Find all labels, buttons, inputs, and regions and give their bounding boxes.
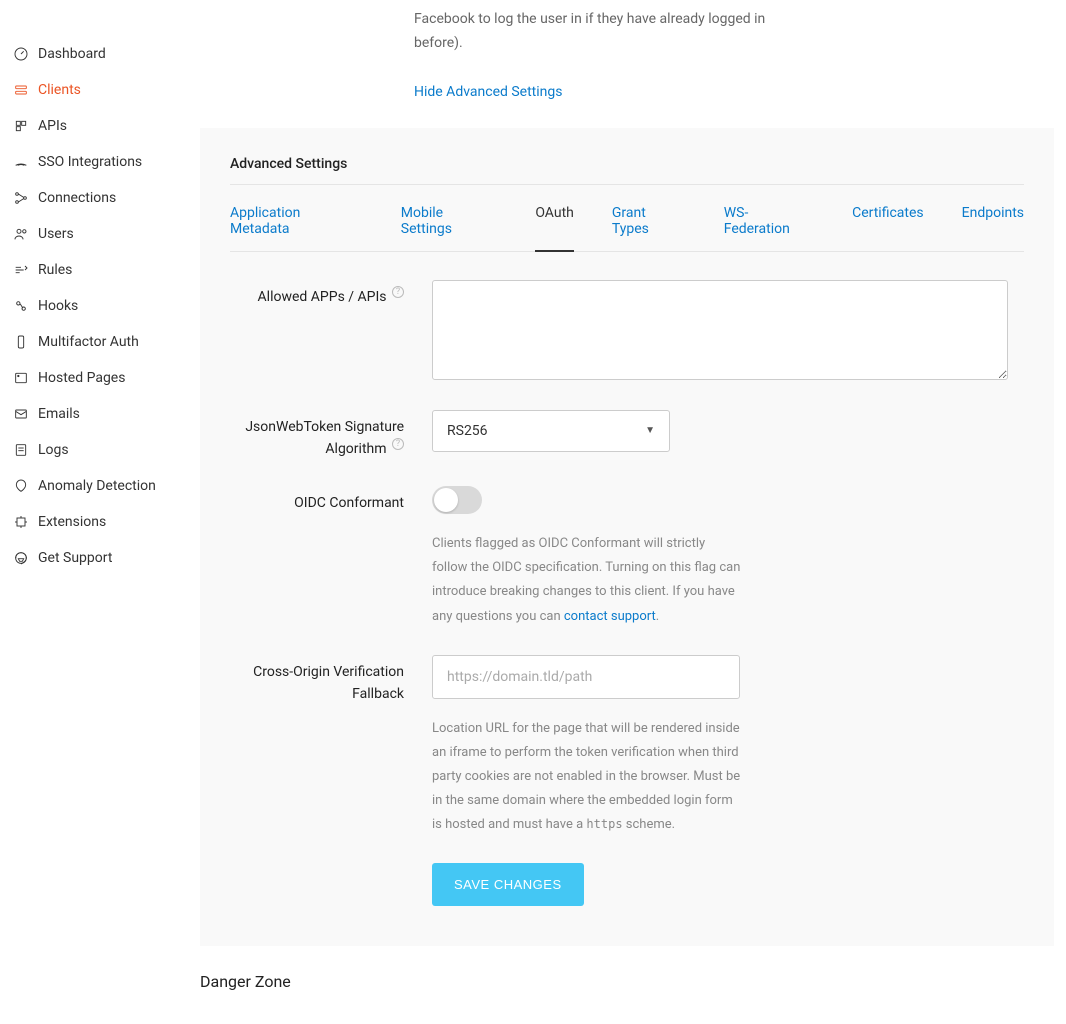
sidebar-item-extensions[interactable]: Extensions	[12, 504, 200, 540]
help-icon[interactable]: ?	[392, 286, 404, 298]
sidebar-item-hosted[interactable]: Hosted Pages	[12, 360, 200, 396]
logs-icon	[12, 441, 30, 459]
rules-icon	[12, 261, 30, 279]
sidebar-item-logs[interactable]: Logs	[12, 432, 200, 468]
danger-zone-heading: Danger Zone	[200, 972, 1054, 991]
users-icon	[12, 225, 30, 243]
sidebar-item-label: Hooks	[38, 298, 78, 314]
sidebar-item-label: Users	[38, 226, 74, 242]
chevron-down-icon: ▼	[645, 425, 655, 436]
sidebar-item-label: Anomaly Detection	[38, 478, 156, 494]
jwt-algorithm-value: RS256	[447, 423, 488, 439]
sso-icon	[12, 153, 30, 171]
dashboard-icon	[12, 45, 30, 63]
tab-grant-types[interactable]: Grant Types	[612, 205, 686, 251]
sidebar-item-label: Logs	[38, 442, 69, 458]
oidc-conformant-description: Clients flagged as OIDC Conformant will …	[432, 532, 742, 628]
jwt-algorithm-label: JsonWebToken Signature Algorithm ?	[230, 410, 404, 461]
previous-setting-help-text: Facebook to log the user in if they have…	[414, 8, 784, 56]
sidebar-item-label: Connections	[38, 190, 116, 206]
sidebar-item-label: Get Support	[38, 550, 112, 566]
tab-mobile-settings[interactable]: Mobile Settings	[401, 205, 498, 251]
sidebar-item-anomaly[interactable]: Anomaly Detection	[12, 468, 200, 504]
tab-endpoints[interactable]: Endpoints	[962, 205, 1024, 251]
oidc-conformant-toggle[interactable]	[432, 486, 482, 514]
contact-support-link[interactable]: contact support	[564, 609, 656, 624]
mfa-icon	[12, 333, 30, 351]
allowed-apps-label: Allowed APPs / APIs ?	[230, 280, 404, 308]
allowed-apps-textarea[interactable]	[432, 280, 1008, 380]
sidebar-item-clients[interactable]: Clients	[12, 72, 200, 108]
sidebar-item-sso[interactable]: SSO Integrations	[12, 144, 200, 180]
extensions-icon	[12, 513, 30, 531]
toggle-knob	[434, 488, 458, 512]
tab-ws-federation[interactable]: WS-Federation	[724, 205, 814, 251]
sidebar-item-apis[interactable]: APIs	[12, 108, 200, 144]
sidebar-item-label: SSO Integrations	[38, 154, 142, 170]
advanced-settings-title: Advanced Settings	[230, 156, 1024, 185]
cors-fallback-input[interactable]	[432, 655, 740, 699]
oidc-conformant-label: OIDC Conformant	[230, 486, 404, 514]
sidebar-item-support[interactable]: Get Support	[12, 540, 200, 576]
tab-certificates[interactable]: Certificates	[852, 205, 924, 251]
hide-advanced-settings-link[interactable]: Hide Advanced Settings	[414, 84, 1054, 100]
sidebar-item-label: Multifactor Auth	[38, 334, 139, 350]
cors-fallback-label: Cross-Origin Verification Fallback	[230, 655, 404, 706]
https-code: https	[586, 817, 622, 831]
sidebar-item-hooks[interactable]: Hooks	[12, 288, 200, 324]
advanced-settings-tabs: Application Metadata Mobile Settings OAu…	[230, 205, 1024, 252]
sidebar-item-users[interactable]: Users	[12, 216, 200, 252]
help-icon[interactable]: ?	[392, 438, 404, 450]
sidebar-item-label: Clients	[38, 82, 81, 98]
sidebar-item-dashboard[interactable]: Dashboard	[12, 36, 200, 72]
sidebar-item-label: Extensions	[38, 514, 106, 530]
save-changes-button[interactable]: SAVE CHANGES	[432, 863, 584, 906]
cors-fallback-description: Location URL for the page that will be r…	[432, 717, 742, 837]
support-icon	[12, 549, 30, 567]
sidebar-item-label: Emails	[38, 406, 80, 422]
sidebar-item-connections[interactable]: Connections	[12, 180, 200, 216]
jwt-algorithm-select[interactable]: RS256 ▼	[432, 410, 670, 452]
sidebar-item-label: Rules	[38, 262, 72, 278]
sidebar-item-label: APIs	[38, 118, 67, 134]
sidebar-item-rules[interactable]: Rules	[12, 252, 200, 288]
connections-icon	[12, 189, 30, 207]
sidebar-item-label: Dashboard	[38, 46, 106, 62]
hooks-icon	[12, 297, 30, 315]
tab-application-metadata[interactable]: Application Metadata	[230, 205, 363, 251]
advanced-settings-panel: Advanced Settings Application Metadata M…	[200, 128, 1054, 946]
clients-icon	[12, 81, 30, 99]
sidebar-item-mfa[interactable]: Multifactor Auth	[12, 324, 200, 360]
hosted-pages-icon	[12, 369, 30, 387]
tab-oauth[interactable]: OAuth	[535, 205, 574, 252]
emails-icon	[12, 405, 30, 423]
anomaly-icon	[12, 477, 30, 495]
sidebar-item-emails[interactable]: Emails	[12, 396, 200, 432]
apis-icon	[12, 117, 30, 135]
sidebar-item-label: Hosted Pages	[38, 370, 125, 386]
